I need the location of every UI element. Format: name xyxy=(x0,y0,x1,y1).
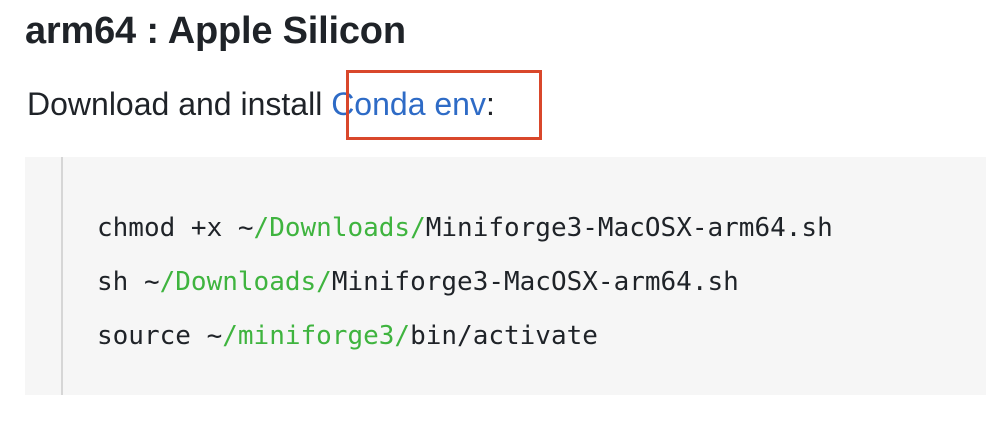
code-block: chmod +x ~/Downloads/Miniforge3-MacOSX-a… xyxy=(25,157,986,395)
intro-text: Download and install xyxy=(27,86,332,122)
code-argument: Miniforge3-MacOSX-arm64.sh xyxy=(331,267,739,297)
conda-env-link[interactable]: Conda env xyxy=(331,86,486,122)
code-line: sh ~/Downloads/Miniforge3-MacOSX-arm64.s… xyxy=(97,255,833,309)
code-lines: chmod +x ~/Downloads/Miniforge3-MacOSX-a… xyxy=(97,201,833,363)
code-block-rule xyxy=(61,157,63,395)
intro-colon: : xyxy=(485,86,495,122)
code-argument: bin/activate xyxy=(410,321,598,351)
code-command: sh ~ xyxy=(97,267,160,297)
code-path: /miniforge3/ xyxy=(222,321,411,351)
section-heading: arm64 : Apple Silicon xyxy=(25,10,406,52)
download-instructions: Download and install Conda env: xyxy=(27,80,495,128)
code-line: source ~/miniforge3/bin/activate xyxy=(97,309,833,363)
code-command: chmod +x ~ xyxy=(97,213,254,243)
code-line: chmod +x ~/Downloads/Miniforge3-MacOSX-a… xyxy=(97,201,833,255)
code-argument: Miniforge3-MacOSX-arm64.sh xyxy=(425,213,833,243)
code-path: /Downloads/ xyxy=(159,267,332,297)
code-path: /Downloads/ xyxy=(253,213,426,243)
code-command: source ~ xyxy=(97,321,223,351)
